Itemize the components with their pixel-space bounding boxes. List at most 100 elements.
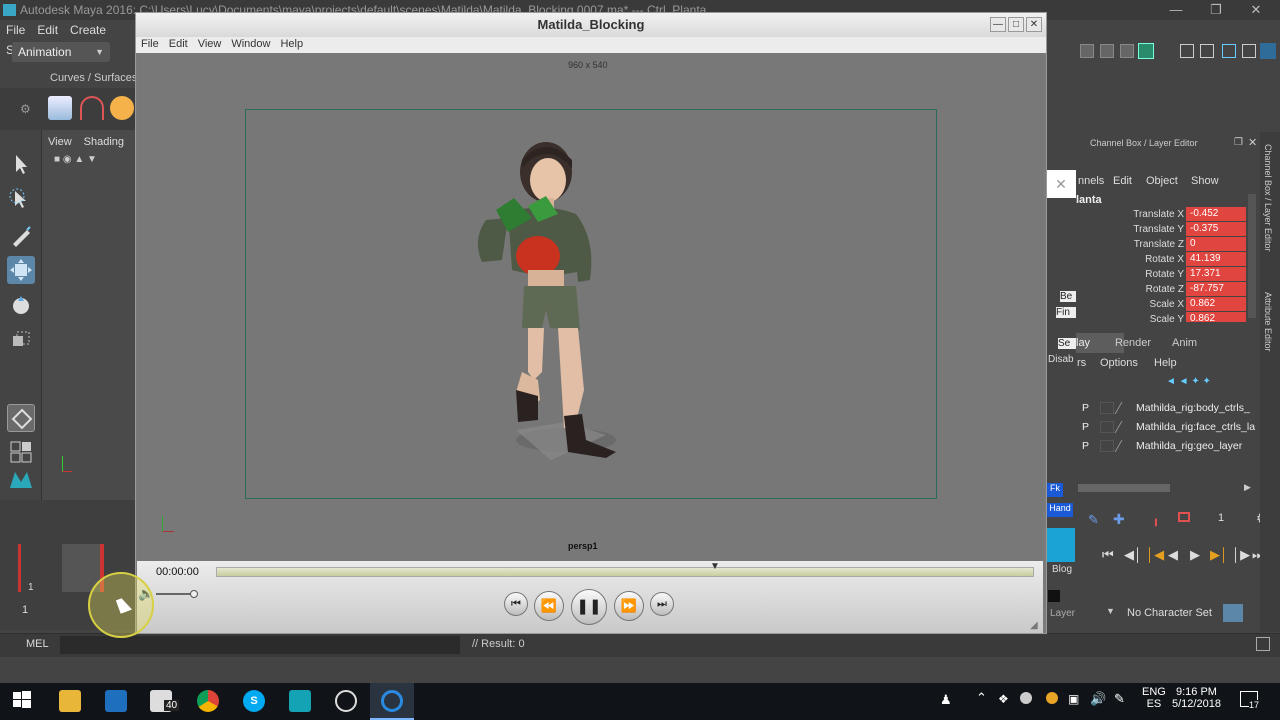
maya-m-icon[interactable] <box>7 466 35 494</box>
layer-visibility-box[interactable] <box>1100 440 1114 452</box>
scale-tool-icon[interactable] <box>7 326 35 354</box>
layer-visibility-box[interactable] <box>1100 402 1114 414</box>
auto-key-icon[interactable] <box>1223 604 1243 622</box>
network-icon[interactable]: ▣ <box>1068 692 1079 706</box>
color-swatch[interactable] <box>1048 590 1060 602</box>
render-settings-icon[interactable] <box>1120 44 1134 58</box>
close-panel-icon[interactable]: ✕ <box>1248 136 1257 149</box>
pb-menu-help[interactable]: Help <box>275 37 308 51</box>
attr-value-field[interactable]: 17.371 <box>1186 267 1246 281</box>
pb-close-icon[interactable]: ✕ <box>1026 17 1042 32</box>
tray-app-icon[interactable] <box>1020 692 1032 704</box>
attribute-editor-icon[interactable] <box>1222 44 1236 58</box>
mail-icon[interactable]: 40 <box>150 690 180 712</box>
play-forward-icon[interactable]: ▶ <box>1190 547 1200 563</box>
clock[interactable]: 9:16 PM 5/12/2018 <box>1172 686 1221 710</box>
record-icon[interactable] <box>1178 512 1190 522</box>
skip-forward-button[interactable]: ⏭ <box>650 592 674 616</box>
character-set-dropdown-icon[interactable]: ▼ <box>1106 606 1115 616</box>
shelf-gear-icon[interactable]: ⚙ <box>20 102 31 116</box>
cb-menu-show[interactable]: Show <box>1191 175 1219 187</box>
pb-menu-file[interactable]: File <box>136 37 164 51</box>
seek-bar[interactable] <box>216 567 1034 577</box>
play-back-icon[interactable]: ◀ <box>1168 547 1178 563</box>
attr-value-field[interactable]: -87.757 <box>1186 282 1246 296</box>
layer-menu-options[interactable]: Options <box>1100 357 1138 369</box>
hypershade-icon[interactable] <box>1138 43 1154 59</box>
paint-tool-icon[interactable] <box>7 222 35 250</box>
maya-taskbar-icon[interactable] <box>289 690 311 712</box>
attr-value-field[interactable]: 0.862 <box>1186 297 1246 311</box>
pen-icon[interactable]: ✎ <box>1114 691 1125 707</box>
attr-value-field[interactable]: 41.139 <box>1186 252 1246 266</box>
layer-menu-help[interactable]: Help <box>1154 357 1177 369</box>
move-tool-icon[interactable] <box>7 256 35 284</box>
menu-file[interactable]: File <box>0 20 31 40</box>
pb-maximize-icon[interactable]: □ <box>1008 17 1024 32</box>
file-explorer-icon[interactable] <box>59 690 81 712</box>
character-shelf-icon[interactable] <box>110 96 134 120</box>
layer-name[interactable]: Mathilda_rig:geo_layer <box>1136 437 1242 455</box>
media-player-icon[interactable] <box>335 690 357 712</box>
attr-label[interactable]: Translate Y <box>1084 224 1184 235</box>
mode-dropdown[interactable]: Animation ▼ <box>12 42 110 62</box>
tool-settings-icon[interactable] <box>1242 44 1256 58</box>
attr-value-field[interactable]: 0 <box>1186 237 1246 251</box>
tray-app2-icon[interactable] <box>1046 692 1058 704</box>
start-icon[interactable] <box>12 690 32 710</box>
minimize-icon[interactable]: — <box>1156 0 1196 20</box>
language-indicator[interactable]: ENG ES <box>1142 686 1166 710</box>
layout-four-pane-icon[interactable] <box>7 438 35 466</box>
pb-menu-window[interactable]: Window <box>226 37 275 51</box>
shelf-tab-curves[interactable]: Curves / Surfaces <box>50 72 137 84</box>
attr-value-field[interactable]: -0.375 <box>1186 222 1246 236</box>
vtab-channel-box[interactable]: Channel Box / Layer Editor <box>1263 144 1273 252</box>
tray-chevron-icon[interactable]: ⌃ <box>976 690 987 706</box>
range-start-field[interactable]: 1 <box>22 604 28 616</box>
attr-label[interactable]: Translate Z <box>1084 239 1184 250</box>
pause-button[interactable]: ❚❚ <box>571 589 607 625</box>
seek-head-icon[interactable]: ▼ <box>710 561 720 572</box>
menu-edit[interactable]: Edit <box>31 20 64 40</box>
layer-row[interactable]: P Mathilda_rig:body_ctrls_ <box>1078 399 1260 417</box>
crosshair-icon[interactable]: ✚ <box>1113 511 1125 528</box>
volume-tray-icon[interactable]: 🔊 <box>1090 691 1106 707</box>
dropbox-icon[interactable]: ❖ <box>998 692 1009 706</box>
pb-menu-edit[interactable]: Edit <box>164 37 193 51</box>
layout-single-pane-icon[interactable] <box>7 404 35 432</box>
close-icon[interactable]: ✕ <box>1236 0 1276 20</box>
attr-label[interactable]: Scale X <box>1084 299 1184 310</box>
outliner-icon[interactable] <box>1200 44 1214 58</box>
mel-input[interactable] <box>60 636 460 654</box>
close-popup-icon[interactable]: ✕ <box>1046 170 1076 198</box>
rewind-button[interactable]: ⏪ <box>534 591 564 621</box>
people-icon[interactable]: ♟ <box>940 692 952 708</box>
layer-playback-flag[interactable]: P <box>1082 418 1089 436</box>
volume-knob[interactable] <box>190 590 198 598</box>
fast-forward-button[interactable]: ⏩ <box>614 591 644 621</box>
vtab-attribute-editor[interactable]: Attribute Editor <box>1263 292 1273 352</box>
layer-row[interactable]: P Mathilda_rig:geo_layer <box>1078 437 1260 455</box>
lasso-tool-icon[interactable] <box>7 186 35 214</box>
layer-playback-flag[interactable]: P <box>1082 399 1089 417</box>
cb-scrollbar[interactable] <box>1248 194 1256 318</box>
mel-label[interactable]: MEL <box>26 638 49 650</box>
prev-key-icon[interactable]: │◀ <box>1146 547 1164 563</box>
cb-menu-object[interactable]: Object <box>1146 175 1178 187</box>
ge-shelf-icon[interactable] <box>48 96 72 120</box>
layer-hscrollbar[interactable] <box>1078 484 1170 492</box>
layer-menu-layers[interactable]: rs <box>1077 357 1086 369</box>
quicktime-taskbar-item[interactable] <box>370 683 414 720</box>
menu-create[interactable]: Create <box>64 20 112 40</box>
attr-label[interactable]: Rotate Z <box>1084 284 1184 295</box>
step-forward-icon[interactable]: │▶ <box>1232 547 1250 563</box>
chrome-icon[interactable] <box>197 690 219 712</box>
ipr-icon[interactable] <box>1100 44 1114 58</box>
float-icon[interactable]: ❐ <box>1234 137 1243 148</box>
skype-icon[interactable]: S <box>243 690 265 712</box>
attr-label[interactable]: Scale Y <box>1084 314 1184 322</box>
action-center-icon[interactable]: 17 <box>1240 691 1260 710</box>
attr-label[interactable]: Rotate Y <box>1084 269 1184 280</box>
keyframe-icon[interactable]: ╻ <box>1152 511 1160 527</box>
attr-label[interactable]: Rotate X <box>1084 254 1184 265</box>
